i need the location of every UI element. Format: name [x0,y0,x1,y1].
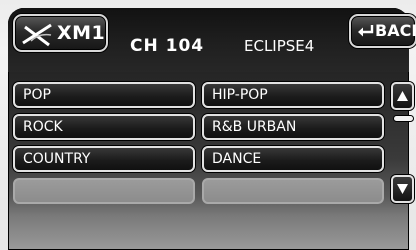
back-return-arrow-icon [358,25,374,37]
scrollbar-track[interactable] [398,112,407,174]
down-triangle-icon [397,184,408,194]
xm-satellite-logo-icon [22,23,52,47]
back-button[interactable]: BACK [349,14,416,48]
genre-button-country[interactable]: COUNTRY [13,146,195,172]
head-unit-screen: XM1 CH 104 ECLIPSE4 BACK POP ROCK COUNTR… [0,0,416,250]
station-name: ECLIPSE4 [244,37,315,55]
up-triangle-icon [397,91,408,101]
bottom-strip [8,212,409,250]
genre-slot-empty [13,178,195,204]
xm-source-label: XM1 [57,22,106,44]
scrollbar-thumb[interactable] [394,116,413,121]
scroll-up-button[interactable] [391,82,414,110]
genre-button-rnb-urban[interactable]: R&B URBAN [202,114,384,140]
back-label: BACK [375,21,416,40]
xm-source-button[interactable]: XM1 [13,14,108,52]
genre-button-pop[interactable]: POP [13,82,195,108]
genre-slot-empty [202,178,384,204]
genre-button-dance[interactable]: DANCE [202,146,384,172]
scroll-down-button[interactable] [391,175,414,203]
genre-button-rock[interactable]: ROCK [13,114,195,140]
genre-button-hip-pop[interactable]: HIP-POP [202,82,384,108]
channel-number: CH 104 [130,36,205,56]
